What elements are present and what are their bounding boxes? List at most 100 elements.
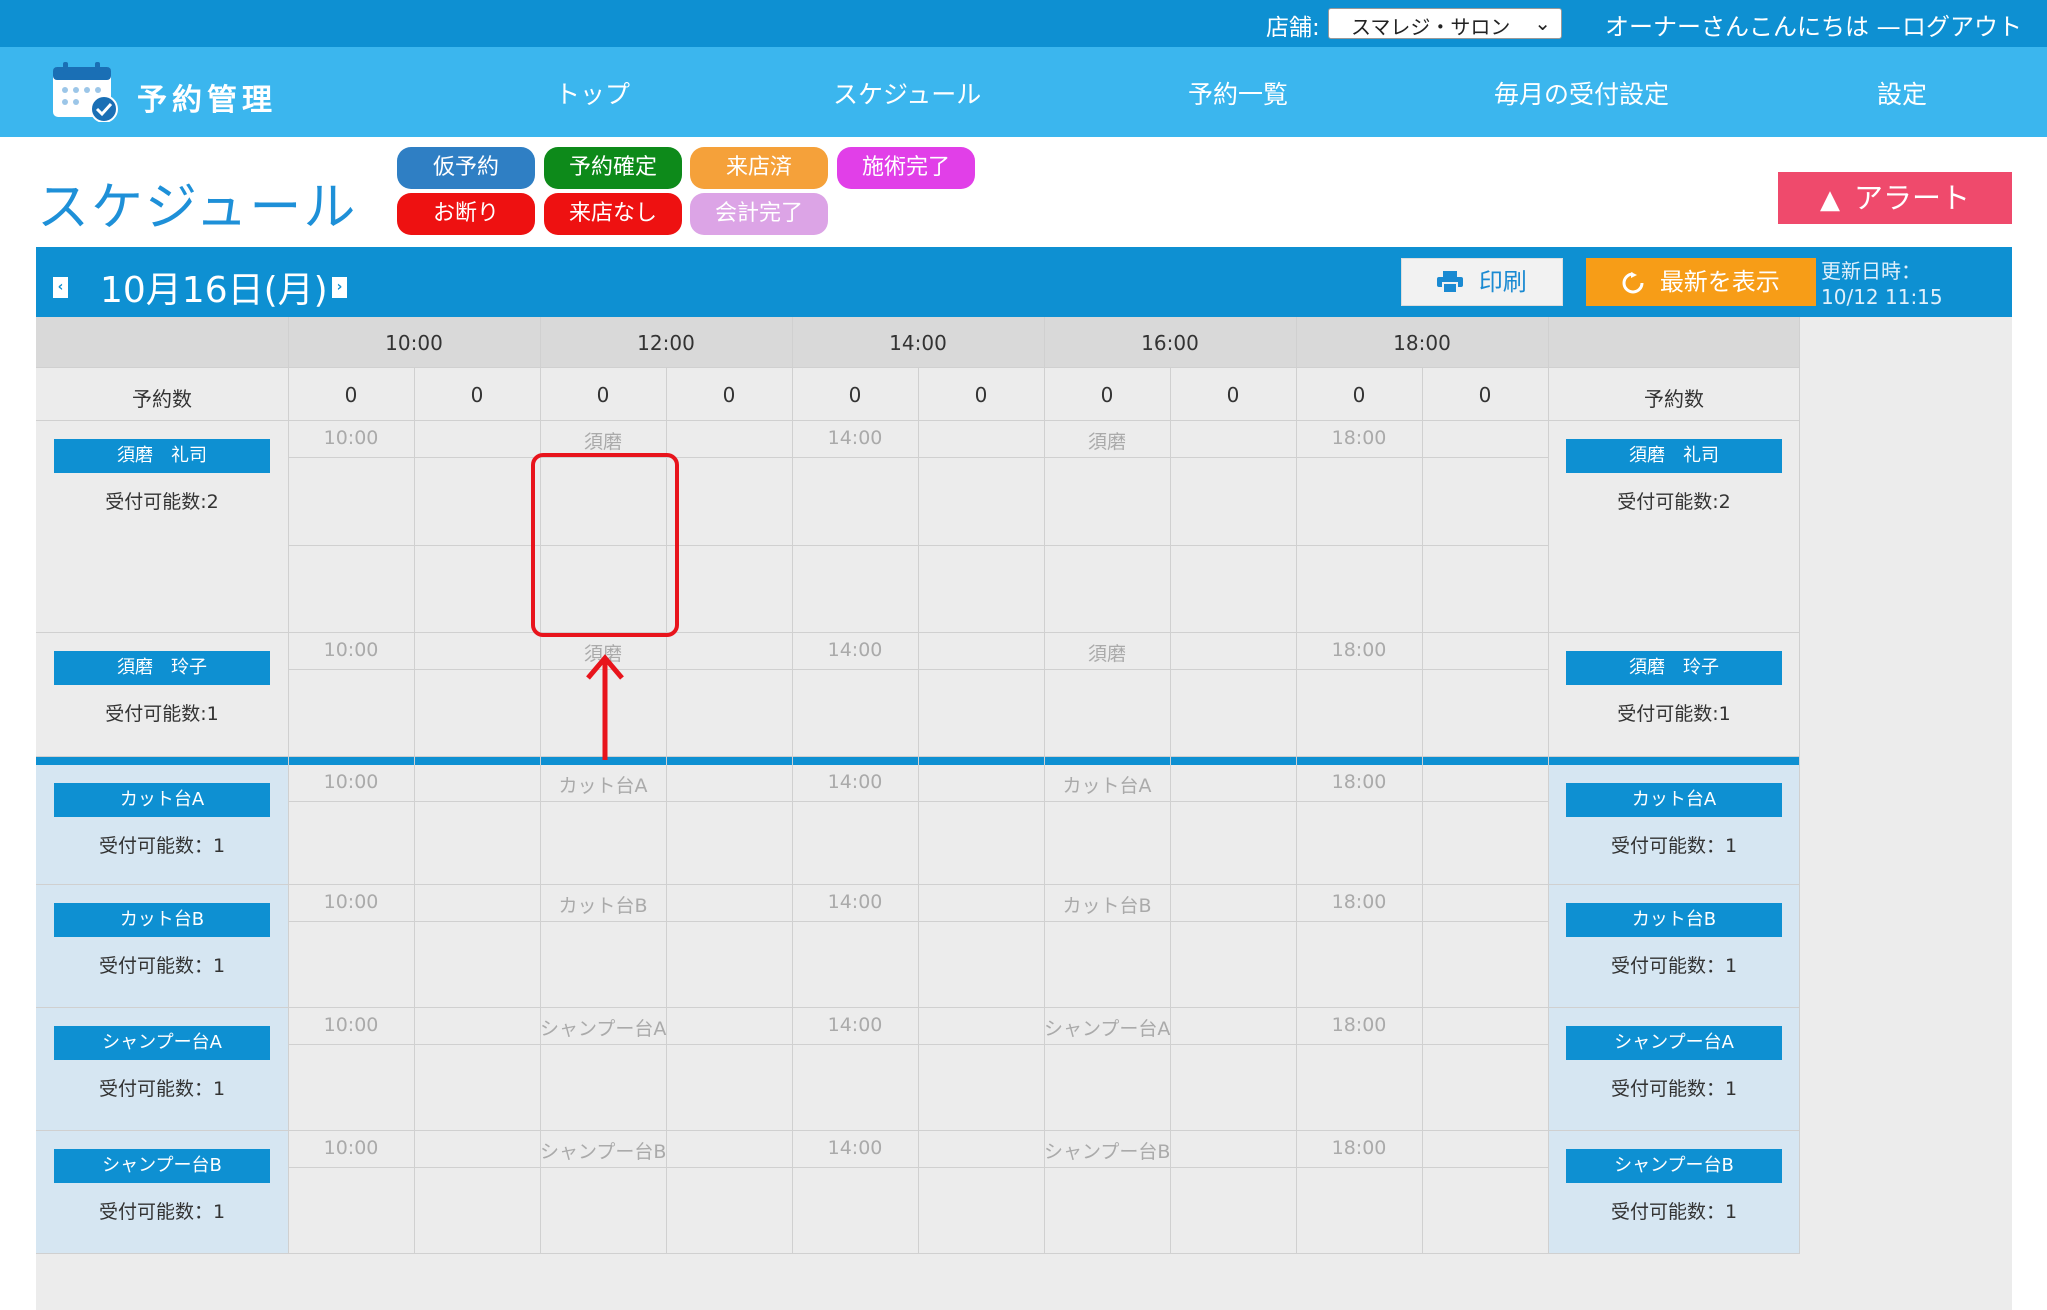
grid-line (36, 367, 1800, 368)
slot-label: 14:00 (827, 427, 883, 449)
resource-capacity-right: 受付可能数：1 (1610, 955, 1738, 977)
slot-label: シャンプー台B (1044, 1141, 1171, 1163)
resource-capacity-right: 受付可能数:1 (1617, 703, 1731, 725)
slot-label: 14:00 (827, 639, 883, 661)
prev-day-button[interactable]: ‹ (53, 277, 68, 298)
print-label: 印刷 (1478, 268, 1527, 296)
resource-capacity-left: 受付可能数：1 (98, 1078, 226, 1100)
page-title: スケジュール (37, 178, 358, 238)
resource-name-right[interactable]: シャンプー台A (1566, 1026, 1782, 1060)
warning-icon: ▲ (1819, 185, 1840, 215)
slot-label: 14:00 (827, 891, 883, 913)
resource-name-left[interactable]: カット台B (54, 903, 270, 937)
grid-line (288, 317, 289, 1254)
grid-line (918, 367, 919, 1254)
resource-capacity-left: 受付可能数：1 (98, 835, 226, 857)
nav-item-reservation-list[interactable]: 予約一覧 (1188, 75, 1288, 111)
resource-capacity-right: 受付可能数：1 (1610, 1201, 1738, 1223)
chevron-down-icon: ⌄ (1534, 11, 1551, 35)
hour-header: 10:00 (385, 331, 443, 355)
date-bar: ‹ 10月16日(月) › 印刷 最新を表示 更新日時： 10/12 11:15 (36, 247, 2012, 317)
grid-line (36, 420, 1800, 421)
hour-header: 18:00 (1393, 331, 1451, 355)
resource-name-left[interactable]: カット台A (54, 783, 270, 817)
alert-button[interactable]: ▲ アラート (1778, 172, 2012, 224)
slot-label: 10:00 (323, 427, 379, 449)
grid-line (1170, 367, 1171, 1254)
updated-label: 更新日時： (1821, 259, 1921, 283)
printer-icon (1437, 268, 1479, 296)
nav-item-schedule[interactable]: スケジュール (833, 75, 981, 111)
slot-label: 須磨 (1087, 431, 1126, 453)
nav-bar: 予約管理 トップ スケジュール 予約一覧 毎月の受付設定 設定 (0, 47, 2047, 137)
slot-label: 14:00 (827, 771, 883, 793)
nav-item-top[interactable]: トップ (555, 75, 630, 111)
slot-label: シャンプー台A (1044, 1018, 1171, 1040)
slot-label: 10:00 (323, 1137, 379, 1159)
resource-capacity-right: 受付可能数：1 (1610, 835, 1738, 857)
grid-line (1422, 367, 1423, 1254)
store-select[interactable]: スマレジ・サロン ⌄ (1328, 8, 1562, 39)
resource-capacity-left: 受付可能数：1 (98, 955, 226, 977)
slot-label: カット台B (558, 895, 648, 917)
greeting-text: オーナーさんこんにちは — (1605, 13, 1901, 41)
logout-link[interactable]: ログアウト (1902, 7, 2022, 42)
resource-capacity-right: 受付可能数：1 (1610, 1078, 1738, 1100)
slot-label: シャンプー台B (540, 1141, 667, 1163)
next-day-button[interactable]: › (332, 277, 347, 298)
grid-line (1044, 317, 1045, 1254)
brand-title: 予約管理 (137, 83, 277, 118)
reservation-count: 0 (344, 383, 358, 407)
reservation-count: 0 (848, 383, 862, 407)
slot-label: 須磨 (1087, 643, 1126, 665)
slot-label: カット台A (1062, 775, 1152, 797)
calendar-check-icon[interactable] (52, 62, 118, 123)
grid-bottom-area (36, 1254, 2012, 1310)
reservation-count: 0 (1226, 383, 1240, 407)
slot-label: シャンプー台A (540, 1018, 667, 1040)
slot-label: 10:00 (323, 771, 379, 793)
legend-pill: 来店済 (690, 147, 828, 189)
resource-name-right[interactable]: 須磨 玲子 (1566, 651, 1782, 685)
reservation-count: 0 (974, 383, 988, 407)
refresh-icon (1622, 268, 1660, 296)
print-button[interactable]: 印刷 (1401, 258, 1563, 306)
top-bar: 店舗: スマレジ・サロン ⌄ オーナーさんこんにちは — ログアウト (0, 0, 2047, 47)
store-label: 店舗: (1266, 15, 1320, 41)
slot-label: カット台A (558, 775, 648, 797)
resource-name-right[interactable]: カット台A (1566, 783, 1782, 817)
slot-label: 18:00 (1331, 427, 1387, 449)
slot-label: 14:00 (827, 1014, 883, 1036)
grid-line (1296, 317, 1297, 1254)
legend-pill: 施術完了 (837, 147, 975, 189)
resource-name-right[interactable]: シャンプー台B (1566, 1149, 1782, 1183)
grid-empty-area (1800, 317, 2012, 1310)
resource-name-left[interactable]: 須磨 玲子 (54, 651, 270, 685)
resource-capacity-left: 受付可能数:2 (105, 491, 219, 513)
resource-capacity-right: 受付可能数:2 (1617, 491, 1731, 513)
nav-item-settings[interactable]: 設定 (1877, 75, 1927, 111)
alert-label: アラート (1853, 181, 1970, 215)
grid-line (1548, 317, 1549, 1254)
count-label-left: 予約数 (132, 387, 192, 411)
resource-name-right[interactable]: カット台B (1566, 903, 1782, 937)
refresh-button[interactable]: 最新を表示 (1586, 258, 1816, 306)
reservation-count: 0 (1352, 383, 1366, 407)
resource-name-left[interactable]: 須磨 礼司 (54, 439, 270, 473)
slot-label: 10:00 (323, 1014, 379, 1036)
resource-name-right[interactable]: 須磨 礼司 (1566, 439, 1782, 473)
nav-item-monthly-settings[interactable]: 毎月の受付設定 (1494, 75, 1669, 111)
legend-pill: お断り (397, 193, 535, 235)
updated-value: 10/12 11:15 (1821, 285, 1943, 309)
slot-label: 10:00 (323, 639, 379, 661)
schedule-grid: 10:00 12:00 14:00 16:00 18:00 予約数 0 0 0 0 0 0 0 0 0 0 予約… (36, 317, 2012, 1310)
grid-line (792, 317, 793, 1254)
slot-label: 14:00 (827, 1137, 883, 1159)
current-date: 10月16日(月) (100, 270, 328, 311)
resource-name-left[interactable]: シャンプー台A (54, 1026, 270, 1060)
resource-capacity-left: 受付可能数：1 (98, 1201, 226, 1223)
legend-pill: 会計完了 (690, 193, 828, 235)
slot-label: 須磨 (583, 431, 622, 453)
resource-name-left[interactable]: シャンプー台B (54, 1149, 270, 1183)
slot-label: 18:00 (1331, 1137, 1387, 1159)
